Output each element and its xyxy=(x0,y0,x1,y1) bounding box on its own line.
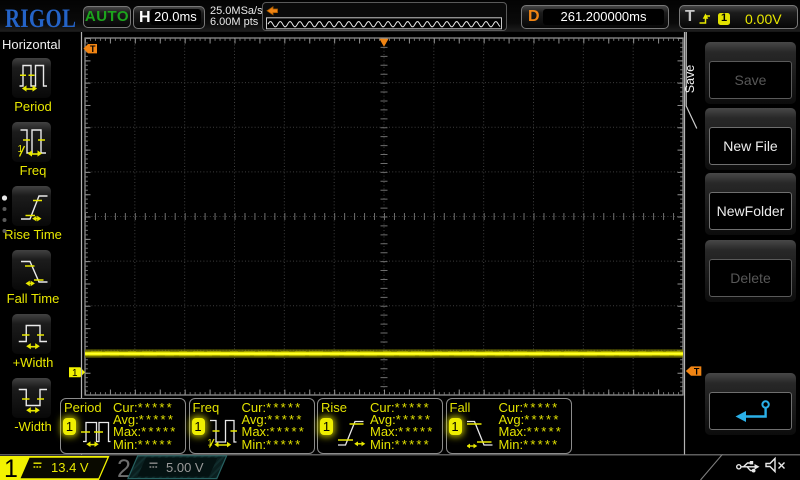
svg-text:1: 1 xyxy=(4,455,18,480)
svg-text:5.00 V: 5.00 V xyxy=(166,460,204,475)
svg-text:13.4 V: 13.4 V xyxy=(51,460,89,475)
